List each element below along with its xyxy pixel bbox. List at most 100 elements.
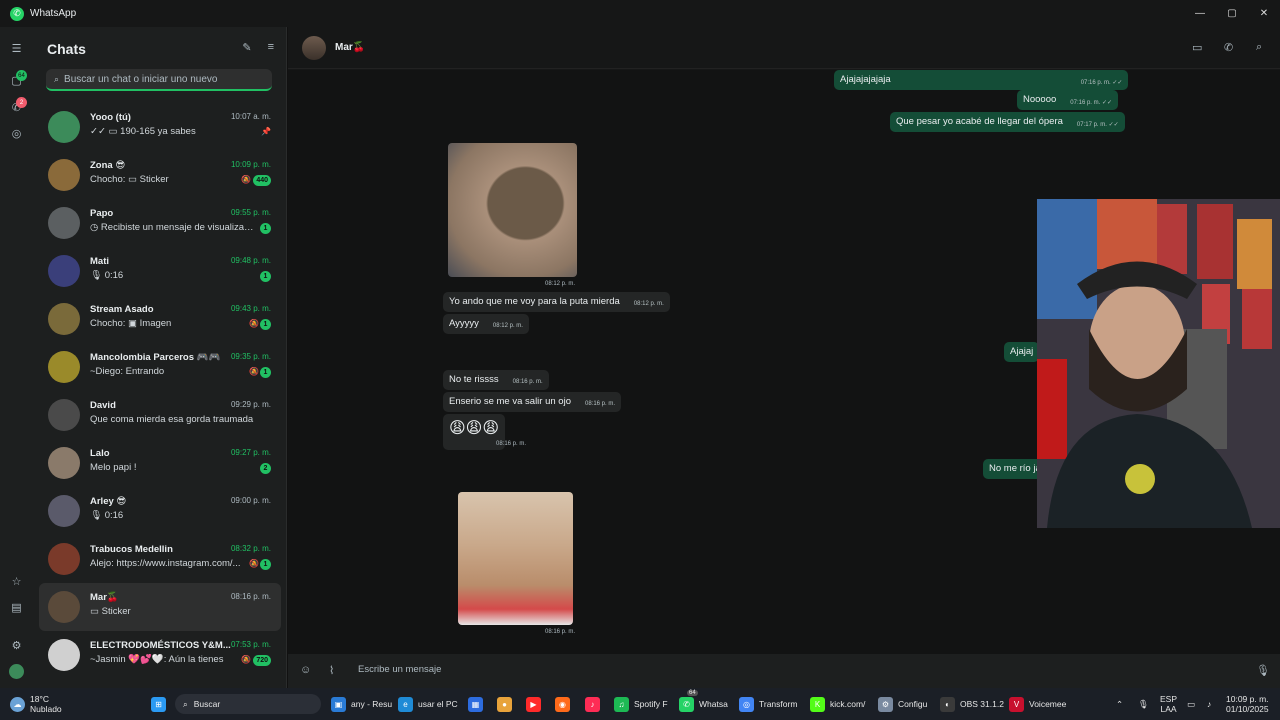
chat-preview: ✓✓ ▭ 190-165 ya sabes	[90, 126, 196, 137]
image-message-hedgehog[interactable]	[448, 143, 577, 277]
taskbar-app[interactable]: Kkick.com/	[810, 694, 865, 714]
message-bubble[interactable]: Ayyyyy 08:12 p. m.	[443, 314, 529, 334]
chat-preview: Chocho: ▭ Sticker	[90, 174, 169, 185]
chat-name: Mancolombia Parceros 🎮🎮	[90, 352, 221, 363]
menu-icon[interactable]: ☰	[9, 41, 24, 56]
app-icon: ◐	[940, 696, 955, 712]
contact-avatar[interactable]	[302, 36, 326, 60]
chat-list-item[interactable]: Lalo 09:27 p. m. Melo papi ! 2	[39, 439, 281, 487]
new-chat-icon[interactable]: ✎	[242, 41, 251, 54]
search-icon: ⌕	[183, 698, 188, 709]
contact-name[interactable]: Mar🍒	[335, 42, 365, 53]
taskbar-app[interactable]: ▦	[468, 694, 488, 714]
image-message-child[interactable]	[458, 492, 573, 625]
taskbar-app[interactable]: ▣ any - Resu	[331, 694, 392, 714]
windows-taskbar: ☁ 18°C Nublado ⊞ ⌕ Buscar ▣ any - Resu e us…	[0, 688, 1280, 720]
taskbar-app[interactable]: ♪	[585, 694, 605, 714]
profile-avatar[interactable]	[9, 664, 24, 679]
weather-widget[interactable]: ☁ 18°C Nublado	[10, 694, 62, 714]
webcam-overlay	[1037, 199, 1280, 528]
message-bubble[interactable]: Yo ando que me voy para la puta mierda 0…	[443, 292, 670, 312]
message-bubble[interactable]: Que pesar yo acabé de llegar del ópera 0…	[890, 112, 1125, 132]
lang-code: ESP	[1160, 694, 1178, 704]
window-title: WhatsApp	[30, 8, 77, 19]
app-label: Voicemee	[1029, 699, 1067, 709]
app-icon: ▦	[468, 696, 483, 712]
attach-icon[interactable]: ⌇	[329, 664, 334, 677]
webcam-image	[1037, 199, 1280, 528]
message-bubble[interactable]: Ajajaj	[1004, 342, 1040, 362]
chat-preview: Que coma mierda esa gorda traumada	[90, 414, 254, 425]
taskbar-app[interactable]: V Voicemee	[1009, 694, 1066, 714]
status-nav-icon[interactable]: ◎	[9, 126, 24, 141]
chat-list-item[interactable]: Stream Asado 09:43 p. m. Chocho: ▣ Imagen 1…	[39, 295, 281, 343]
lang-layout: LAA	[1160, 704, 1177, 714]
language-indicator[interactable]: ESP LAA	[1160, 694, 1177, 714]
starred-icon[interactable]: ☆	[9, 574, 24, 589]
taskbar-app[interactable]: ⚙ Configu	[878, 694, 927, 714]
taskbar-app[interactable]: ◐ OBS 31.1.2	[940, 694, 1004, 714]
clock-date: 01/10/2025	[1226, 704, 1269, 714]
message-bubble[interactable]: Enserio se me va salir un ojo 08:16 p. m…	[443, 392, 622, 412]
maximize-button[interactable]: ▢	[1216, 0, 1248, 27]
message-input[interactable]: Escribe un mensaje	[358, 664, 441, 675]
taskbar-search[interactable]: ⌕ Buscar	[175, 694, 321, 714]
chat-preview: ◷ Recibiste un mensaje de visualizaci...	[90, 222, 255, 233]
chat-name: ELECTRODOMÉSTICOS Y&M...	[90, 640, 231, 651]
chat-list-item[interactable]: ELECTRODOMÉSTICOS Y&M... 07:53 p. m. ~Jasm…	[39, 631, 281, 679]
message-time: 08:16 p. m.	[496, 441, 527, 447]
search-input[interactable]	[64, 73, 255, 85]
tray-volume-icon[interactable]: ♪	[1207, 694, 1211, 714]
chat-list-item[interactable]: Zona 😎 10:09 p. m. Chocho: ▭ Sticker 440 🔕	[39, 151, 281, 199]
chat-name: Mati	[90, 256, 109, 267]
chat-time: 08:16 p. m.	[230, 592, 271, 601]
settings-icon[interactable]: ⚙	[9, 638, 24, 653]
weather-temp: 18°C	[30, 694, 49, 704]
chat-preview: ▭ Sticker	[90, 606, 131, 617]
archive-icon[interactable]: ▤	[9, 600, 24, 615]
message-bubble[interactable]: No te rissss 08:16 p. m.	[443, 370, 549, 390]
taskbar-app[interactable]: e usar el PC	[398, 694, 458, 714]
chat-list-item[interactable]: Trabucos Medellin 08:32 p. m. Alejo: https…	[39, 535, 281, 583]
app-badge: 64	[687, 690, 698, 696]
app-icon: ◎	[739, 696, 754, 712]
start-button[interactable]: ⊞	[151, 694, 171, 714]
search-box[interactable]: ⌕	[46, 69, 272, 91]
chat-list-item[interactable]: Yooo (tú) 10:07 a. m. ✓✓ ▭ 190-165 ya sabe…	[39, 103, 281, 151]
unread-count-badge: 1	[260, 271, 271, 282]
taskbar-app[interactable]: ♫ Spotify F	[614, 694, 668, 714]
tray-mic-icon[interactable]: 🎙	[1138, 694, 1149, 714]
close-button[interactable]: ✕	[1248, 0, 1280, 27]
microphone-icon[interactable]: 🎙	[1256, 664, 1270, 677]
chats-badge: 64	[16, 70, 27, 81]
taskbar-app[interactable]: ▶	[526, 694, 546, 714]
taskbar-app[interactable]: ●	[497, 694, 517, 714]
clock[interactable]: 10:09 p. m. 01/10/2025	[1226, 694, 1269, 714]
app-icon: e	[398, 696, 413, 712]
chat-list-item[interactable]: Mancolombia Parceros 🎮🎮 09:35 p. m. ~Diego…	[39, 343, 281, 391]
message-bubble[interactable]: Nooooo 07:16 p. m. ✓✓	[1017, 90, 1119, 110]
voice-call-icon[interactable]: ✆	[1224, 41, 1233, 54]
taskbar-app[interactable]: ◉	[555, 694, 575, 714]
chat-list-item[interactable]: Papo 09:55 p. m. ◷ Recibiste un mensaje de…	[39, 199, 281, 247]
message-bubble[interactable]: Ajajajajajaja 07:16 p. m. ✓✓	[834, 70, 1129, 90]
chat-preview: Alejo: https://www.instagram.com/...	[90, 558, 241, 569]
taskbar-app[interactable]: ◎ Transform	[739, 694, 797, 714]
unread-count-badge: 1	[260, 367, 271, 378]
app-icon: ♫	[614, 696, 629, 712]
emoji-icon[interactable]: ☺	[300, 664, 311, 676]
taskbar-app[interactable]: ✆ Whatsa 64	[679, 690, 728, 714]
video-call-icon[interactable]: ▭	[1192, 41, 1202, 54]
chat-list-item[interactable]: Mati 09:48 p. m. 🎙 0:16 1	[39, 247, 281, 295]
tray-chevron-icon[interactable]: ⌃	[1116, 694, 1123, 714]
chat-name: Trabucos Medellin	[90, 544, 173, 555]
filter-icon[interactable]: ≡	[268, 41, 274, 54]
tray-network-icon[interactable]: ▭	[1187, 694, 1195, 714]
minimize-button[interactable]: —	[1184, 0, 1216, 27]
chat-list-item[interactable]: David 09:29 p. m. Que coma mierda esa gord…	[39, 391, 281, 439]
chat-avatar	[48, 159, 80, 191]
chat-list-item[interactable]: Mar🍒 08:16 p. m. ▭ Sticker	[39, 583, 281, 631]
chat-avatar	[48, 111, 80, 143]
search-messages-icon[interactable]: ⌕	[1256, 41, 1262, 54]
chat-list-item[interactable]: Arley 😎 09:00 p. m. 🎙 0:16	[39, 487, 281, 535]
